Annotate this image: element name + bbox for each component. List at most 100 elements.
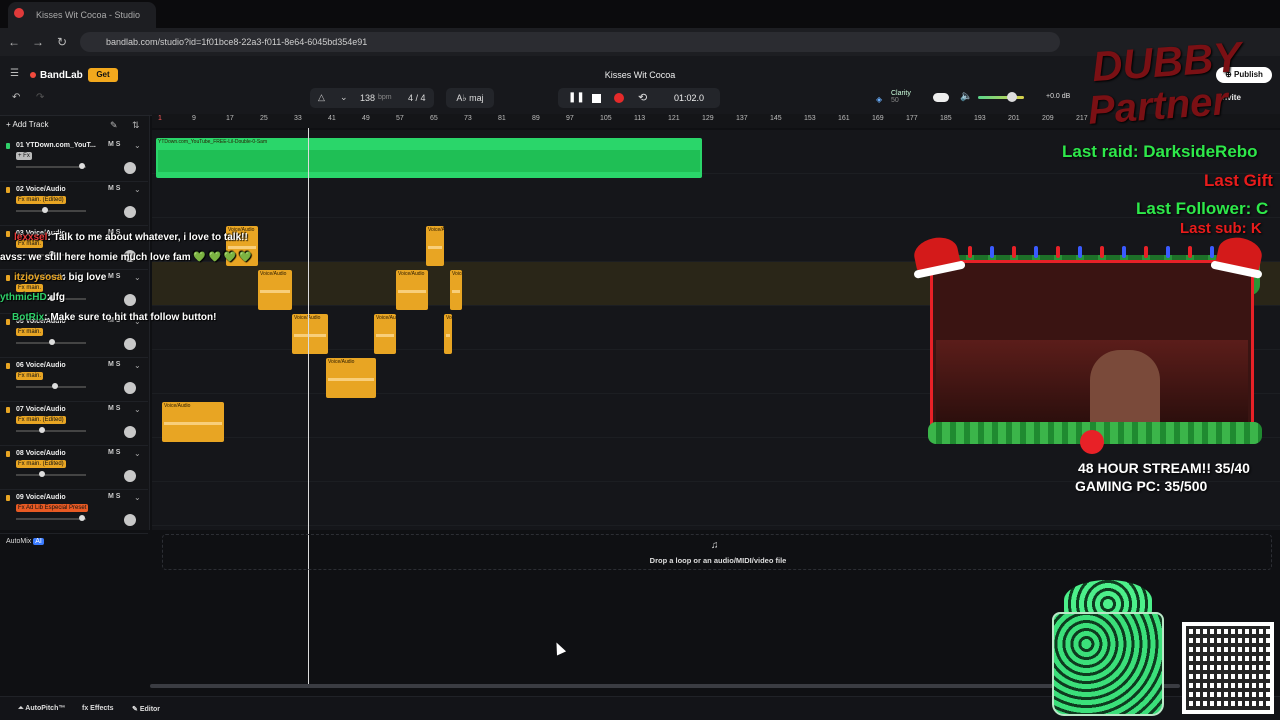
track-pan-knob[interactable] — [124, 470, 136, 482]
speaker-icon[interactable]: 🔈 — [960, 91, 972, 102]
track-lane[interactable] — [152, 174, 1280, 218]
mute-solo-buttons[interactable]: M S — [108, 361, 120, 368]
track-fx-badge[interactable]: + Fx — [16, 152, 32, 160]
bandlab-logo[interactable]: BandLab — [40, 70, 83, 81]
track-volume-knob[interactable] — [49, 339, 55, 345]
track-fx-badge[interactable]: Fx main. (Edited) — [16, 416, 66, 424]
track-header[interactable]: 06 Voice/Audio Fx main. M S ⌄ — [0, 358, 148, 402]
track-fx-badge[interactable]: Fx main. — [16, 372, 44, 380]
track-pan-knob[interactable] — [124, 382, 136, 394]
effects-button[interactable]: fx Effects — [82, 705, 114, 712]
track-header[interactable]: 07 Voice/Audio Fx main. (Edited) M S ⌄ — [0, 402, 148, 446]
track-volume-slider[interactable] — [16, 515, 86, 521]
track-volume-knob[interactable] — [52, 383, 58, 389]
track-pan-knob[interactable] — [124, 514, 136, 526]
track-pan-knob[interactable] — [124, 162, 136, 174]
track-header[interactable]: 08 Voice/Audio Fx main. (Edited) M S ⌄ — [0, 446, 148, 490]
browser-tab[interactable]: Kisses Wit Cocoa - Studio — [8, 2, 156, 28]
track-pan-knob[interactable] — [124, 338, 136, 350]
forward-icon[interactable]: → — [30, 34, 46, 50]
url-input[interactable]: bandlab.com/studio?id=1f01bce8-22a3-f011… — [80, 32, 1060, 52]
track-volume-slider[interactable] — [16, 339, 86, 345]
track-volume-knob[interactable] — [79, 515, 85, 521]
time-signature[interactable]: 4 / 4 — [408, 93, 426, 103]
playhead[interactable] — [308, 128, 309, 688]
track-name[interactable]: 07 Voice/Audio — [16, 406, 66, 413]
autopitch-button[interactable]: ⏶ AutoPitch™ — [18, 705, 65, 713]
track-name[interactable]: 08 Voice/Audio — [16, 450, 66, 457]
chevron-down-icon[interactable]: ⌄ — [340, 92, 348, 103]
track-header[interactable]: 09 Voice/Audio Fx Ad Lib Especial Preset M… — [0, 490, 148, 534]
metronome-icon[interactable]: △ — [318, 92, 325, 103]
mute-solo-buttons[interactable]: M S — [108, 449, 120, 456]
track-volume-slider[interactable] — [16, 471, 86, 477]
mute-solo-buttons[interactable]: M S — [108, 405, 120, 412]
mute-solo-buttons[interactable]: M S — [108, 273, 120, 280]
clarity-toggle[interactable] — [933, 93, 949, 102]
chevron-down-icon[interactable]: ⌄ — [134, 493, 141, 502]
master-volume-slider[interactable] — [978, 96, 1024, 99]
chevron-down-icon[interactable]: ⌄ — [134, 273, 141, 282]
chevron-down-icon[interactable]: ⌄ — [134, 361, 141, 370]
track-volume-slider[interactable] — [16, 383, 86, 389]
track-pan-knob[interactable] — [124, 294, 136, 306]
tracks-settings-icon[interactable]: ⇅ — [132, 120, 140, 131]
stop-icon[interactable] — [592, 94, 601, 103]
voice-clip[interactable]: Voice/Audio — [450, 270, 462, 310]
track-fx-badge[interactable]: Fx Ad Lib Especial Preset — [16, 504, 89, 512]
track-volume-knob[interactable] — [79, 163, 85, 169]
loop-icon[interactable]: ⟲ — [638, 91, 647, 104]
track-volume-knob[interactable] — [39, 427, 45, 433]
pause-icon[interactable]: ❚❚ — [568, 92, 585, 103]
voice-clip[interactable]: Voice/Audio — [258, 270, 292, 310]
record-icon[interactable] — [614, 93, 624, 103]
undo-icon[interactable]: ↶ — [12, 92, 20, 103]
voice-clip[interactable]: Voice/Audio — [396, 270, 428, 310]
track-volume-knob[interactable] — [42, 207, 48, 213]
beat-clip[interactable]: YTDown.com_YouTube_FREE-Lil-Double-0-Sam — [156, 138, 702, 178]
wand-icon[interactable]: ✎ — [110, 120, 118, 131]
mute-solo-buttons[interactable]: M S — [108, 493, 120, 500]
chevron-down-icon[interactable]: ⌄ — [134, 141, 141, 150]
automix-row[interactable]: AutoMix AI — [6, 538, 44, 545]
reload-icon[interactable]: ↻ — [54, 34, 70, 50]
track-name[interactable]: 02 Voice/Audio — [16, 186, 66, 193]
back-icon[interactable]: ← — [6, 34, 22, 50]
horizontal-scrollbar[interactable] — [150, 684, 1180, 688]
voice-clip[interactable]: Voice/Audio — [444, 314, 452, 354]
track-fx-badge[interactable]: Fx main. (Edited) — [16, 460, 66, 468]
redo-icon[interactable]: ↷ — [36, 92, 44, 103]
voice-clip[interactable]: Voice/Audio — [162, 402, 224, 442]
track-header[interactable]: 02 Voice/Audio Fx main. (Edited) M S ⌄ — [0, 182, 148, 226]
track-name[interactable]: 01 YTDown.com_YouT... — [16, 142, 96, 149]
track-name[interactable]: 09 Voice/Audio — [16, 494, 66, 501]
track-fx-badge[interactable]: Fx main. — [16, 284, 44, 292]
track-header[interactable]: 01 YTDown.com_YouT... + Fx M S ⌄ — [0, 138, 148, 182]
track-pan-knob[interactable] — [124, 426, 136, 438]
track-volume-slider[interactable] — [16, 427, 86, 433]
voice-clip[interactable]: Voice/Audio — [326, 358, 376, 398]
song-title[interactable]: Kisses Wit Cocoa — [560, 70, 720, 80]
voice-clip[interactable]: Voice/Audio — [374, 314, 396, 354]
add-track-button[interactable]: + Add Track — [6, 120, 62, 134]
track-fx-badge[interactable]: Fx main. (Edited) — [16, 196, 66, 204]
voice-clip[interactable]: Voice/Audio — [292, 314, 328, 354]
editor-button[interactable]: ✎ Editor — [132, 705, 160, 713]
key-selector[interactable]: A♭ maj — [446, 88, 494, 108]
voice-clip[interactable]: Voice/Audio — [426, 226, 444, 266]
chevron-down-icon[interactable]: ⌄ — [134, 449, 141, 458]
track-name[interactable]: 06 Voice/Audio — [16, 362, 66, 369]
bpm-value[interactable]: 138 — [360, 93, 375, 103]
track-pan-knob[interactable] — [124, 206, 136, 218]
get-membership-button[interactable]: Get — [88, 68, 118, 82]
chevron-down-icon[interactable]: ⌄ — [134, 405, 141, 414]
chevron-down-icon[interactable]: ⌄ — [134, 185, 141, 194]
track-volume-knob[interactable] — [39, 471, 45, 477]
track-volume-slider[interactable] — [16, 207, 86, 213]
master-volume-knob[interactable] — [1007, 92, 1017, 102]
track-fx-badge[interactable]: Fx main. — [16, 328, 44, 336]
mute-solo-buttons[interactable]: M S — [108, 141, 120, 148]
track-volume-slider[interactable] — [16, 163, 86, 169]
menu-icon[interactable]: ☰ — [10, 68, 19, 79]
mute-solo-buttons[interactable]: M S — [108, 185, 120, 192]
